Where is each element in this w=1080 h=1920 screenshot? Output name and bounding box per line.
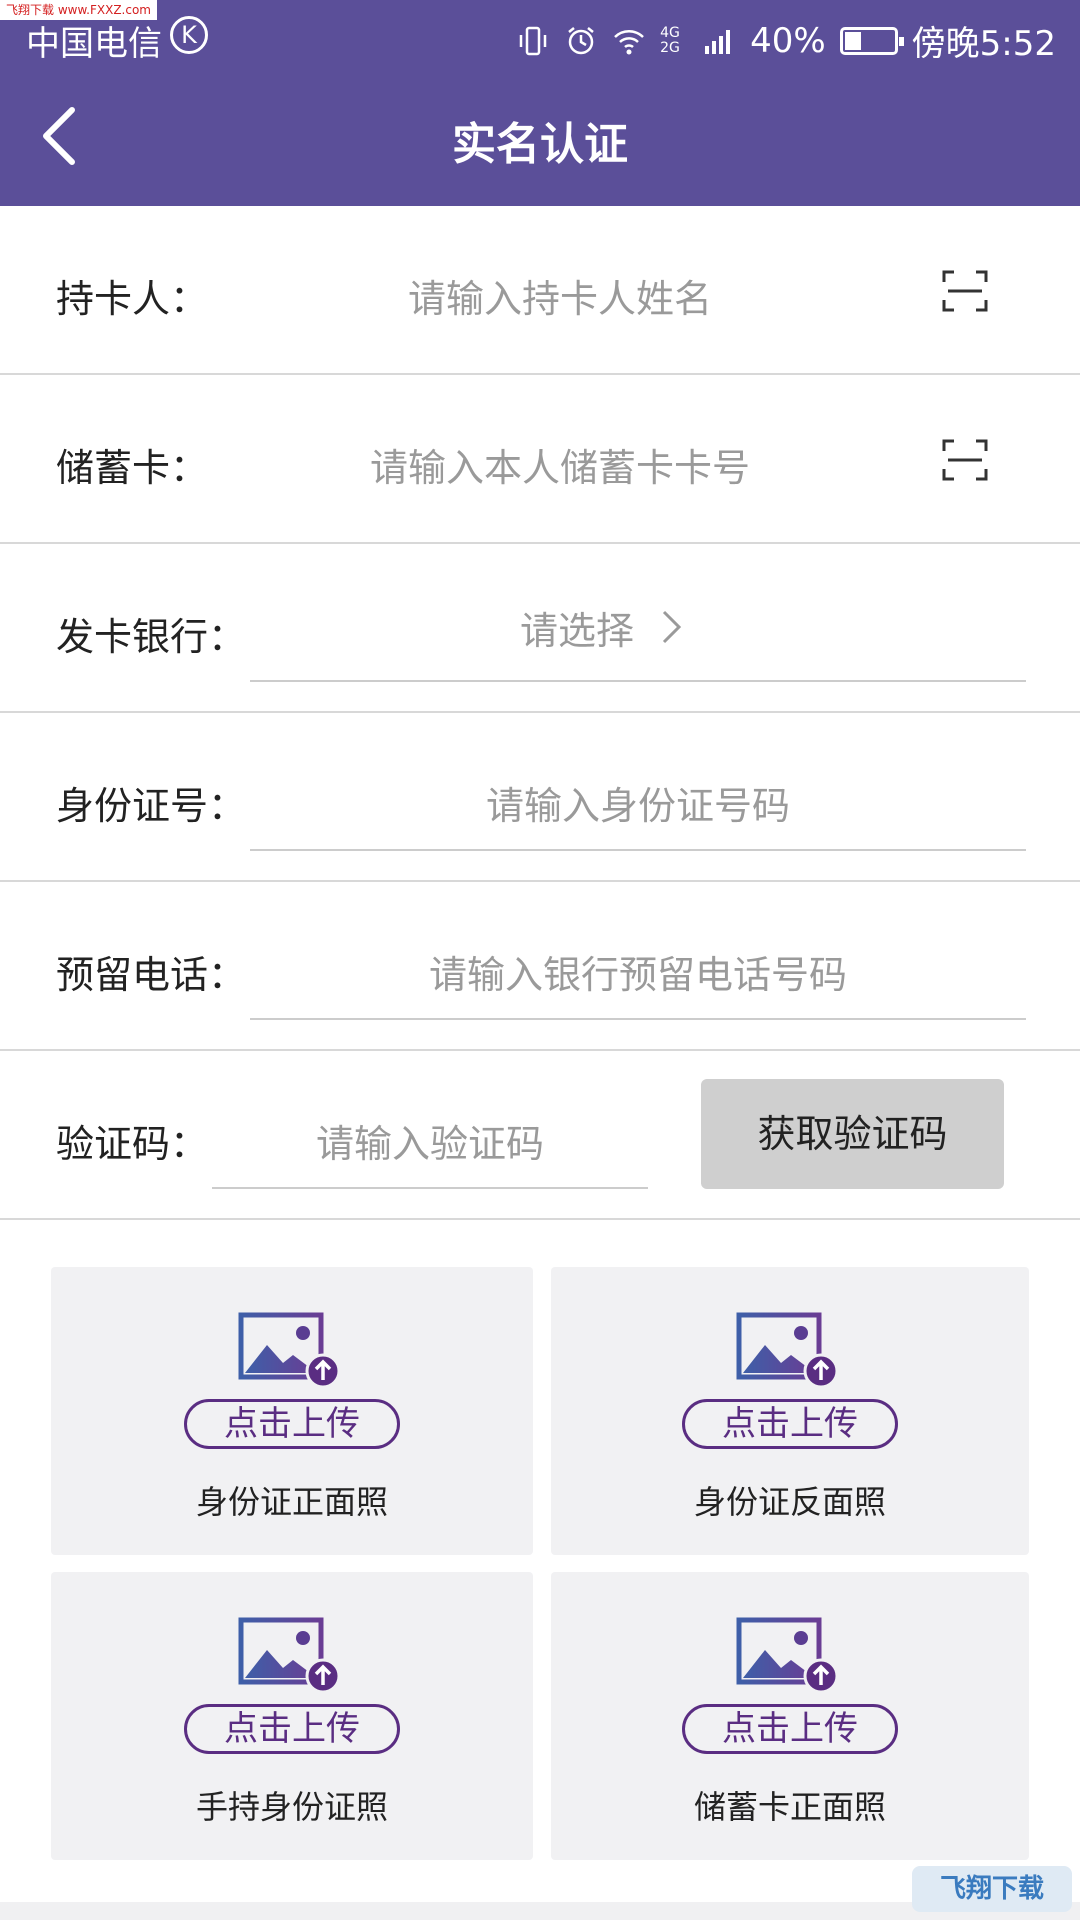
- phone-row: 预留电话： 请输入银行预留电话号码: [0, 882, 1080, 1051]
- bank-row: 发卡银行： 请选择: [0, 544, 1080, 713]
- bank-select-placeholder: 请选择: [520, 608, 635, 653]
- upload-button[interactable]: 点击上传: [184, 1704, 400, 1754]
- image-upload-icon: [238, 1312, 341, 1389]
- debit-card-input[interactable]: 请输入本人储蓄卡卡号: [330, 437, 790, 492]
- battery-icon: [839, 26, 904, 55]
- cardholder-label: 持卡人：: [56, 277, 209, 321]
- bank-select[interactable]: 请选择: [520, 602, 684, 653]
- debit-card-row: 储蓄卡： 请输入本人储蓄卡卡号: [0, 375, 1080, 544]
- id-number-input[interactable]: 请输入身份证号码: [250, 775, 1026, 830]
- chevron-right-icon: [662, 610, 682, 644]
- scan-icon[interactable]: [942, 437, 988, 483]
- bank-label: 发卡银行：: [56, 615, 247, 659]
- phone-underline: [250, 1018, 1026, 1020]
- code-label: 验证码：: [56, 1122, 209, 1166]
- network-type: 4G 2G: [660, 24, 680, 56]
- bank-underline: [250, 680, 1026, 682]
- get-code-button[interactable]: 获取验证码: [701, 1079, 1004, 1189]
- upload-caption: 储蓄卡正面照: [693, 1788, 886, 1826]
- upload-caption: 手持身份证照: [195, 1788, 388, 1826]
- image-upload-icon: [736, 1312, 839, 1389]
- upload-id-back[interactable]: 点击上传 身份证反面照: [551, 1267, 1029, 1555]
- battery-percent: 40%: [750, 20, 826, 61]
- cardholder-input[interactable]: 请输入持卡人姓名: [340, 268, 780, 323]
- upload-debit-card-front[interactable]: 点击上传 储蓄卡正面照: [551, 1572, 1029, 1860]
- upload-button[interactable]: 点击上传: [184, 1399, 400, 1449]
- image-upload-icon: [736, 1617, 839, 1694]
- debit-card-label: 储蓄卡：: [56, 446, 209, 490]
- id-number-row: 身份证号： 请输入身份证号码: [0, 713, 1080, 882]
- alarm-icon: [568, 26, 594, 54]
- vibrate-icon: [519, 26, 547, 55]
- page-title: 实名认证: [452, 119, 628, 170]
- id-number-underline: [250, 849, 1026, 851]
- signal-icon: [705, 29, 731, 54]
- status-bar: 中国电信 K 4G 2G 40% 傍晚5:52: [0, 10, 1080, 66]
- upload-id-handheld[interactable]: 点击上传 手持身份证照: [51, 1572, 533, 1860]
- upload-button[interactable]: 点击上传: [682, 1704, 898, 1754]
- id-number-label: 身份证号：: [56, 784, 247, 828]
- upload-id-front[interactable]: 点击上传 身份证正面照: [51, 1267, 533, 1555]
- watermark-logo: 飞翔下载: [912, 1866, 1072, 1912]
- cardholder-row: 持卡人： 请输入持卡人姓名: [0, 206, 1080, 375]
- scan-icon[interactable]: [942, 268, 988, 314]
- upload-caption: 身份证正面照: [195, 1483, 388, 1521]
- code-input[interactable]: 请输入验证码: [212, 1113, 648, 1168]
- image-upload-icon: [238, 1617, 341, 1694]
- upload-caption: 身份证反面照: [693, 1483, 886, 1521]
- carrier-name: 中国电信: [26, 24, 162, 64]
- code-underline: [212, 1187, 648, 1189]
- app-header: 飞翔下载 www.FXXZ.com 中国电信 K 4G 2G 40% 傍晚5:5…: [0, 0, 1080, 206]
- status-icons: 4G 2G 40% 傍晚5:52: [516, 16, 1056, 65]
- upload-button[interactable]: 点击上传: [682, 1399, 898, 1449]
- carrier-badge: K: [170, 16, 208, 54]
- clock: 傍晚5:52: [911, 24, 1056, 64]
- phone-input[interactable]: 请输入银行预留电话号码: [250, 944, 1026, 999]
- phone-label: 预留电话：: [56, 953, 247, 997]
- wifi-icon: [614, 29, 644, 54]
